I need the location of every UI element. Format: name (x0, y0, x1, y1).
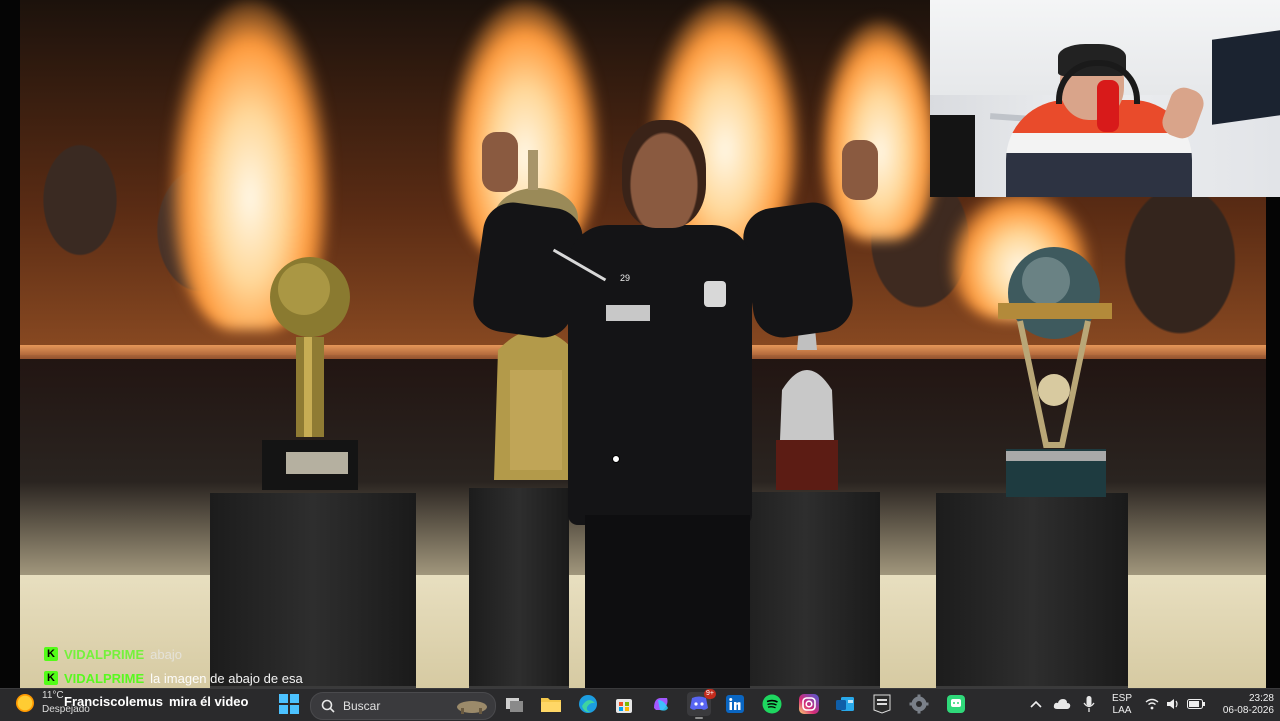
club-crest (704, 281, 726, 307)
microsoft-store-button[interactable] (612, 692, 636, 716)
chat-text: mira él video (169, 693, 249, 709)
file-explorer-icon (541, 698, 561, 712)
trophy-golden-ball (262, 257, 358, 490)
room-door (930, 115, 975, 197)
running-indicator (695, 717, 703, 719)
outlook-button[interactable] (833, 692, 857, 716)
pyro-flame (820, 20, 940, 240)
chat-message: K VIDALPRIME la imagen de abajo de esa (44, 669, 303, 687)
kick-badge-icon: K (44, 671, 58, 685)
trophy-sudamericana (998, 247, 1112, 497)
player-right-hand (842, 140, 878, 200)
pedestal (730, 492, 880, 688)
edge-button[interactable] (576, 692, 600, 716)
kick-badge-icon: K (44, 647, 58, 661)
cloud-icon (1053, 699, 1071, 709)
settings-button[interactable] (907, 692, 931, 716)
start-button[interactable] (277, 692, 301, 716)
discord-button[interactable]: 9+ (687, 689, 716, 719)
copilot-button[interactable] (649, 692, 673, 716)
outlook-icon (836, 697, 854, 711)
chat-message: K Franciscolemus mira él video (44, 692, 248, 710)
epic-games-button[interactable] (870, 692, 894, 716)
pedestal (210, 493, 416, 688)
chat-text: abajo (150, 646, 182, 662)
linkedin-button[interactable] (723, 692, 747, 716)
keyboard-layout: LAA (1112, 705, 1132, 716)
clock-time: 23:28 (1248, 693, 1274, 704)
chat-app-button[interactable] (944, 692, 968, 716)
show-hidden-icons-button[interactable] (1024, 692, 1048, 716)
sun-icon (16, 694, 34, 712)
chat-username[interactable]: Franciscolemus (64, 694, 163, 709)
copilot-icon (654, 698, 668, 711)
player-head (622, 120, 706, 228)
microphone-icon (1083, 696, 1095, 712)
instagram-button[interactable] (797, 692, 821, 716)
pedestal (469, 488, 569, 688)
file-explorer-button[interactable] (539, 692, 563, 716)
language-code: ESP (1111, 693, 1132, 704)
chevron-up-icon (1030, 700, 1042, 708)
task-view-button[interactable] (503, 692, 527, 716)
player-jacket: 29 (552, 225, 752, 525)
edge-icon (579, 695, 597, 713)
settings-icon (909, 694, 929, 714)
microphone (1097, 80, 1119, 132)
windows-start-icon (279, 694, 299, 714)
pedestal (936, 493, 1128, 688)
task-view-icon (506, 698, 523, 712)
input-language-indicator[interactable]: ESP LAA (1108, 693, 1136, 717)
webcam-overlay (930, 0, 1280, 197)
taskbar-search-box[interactable]: Buscar (310, 692, 496, 720)
volume-icon (1166, 699, 1178, 709)
network-volume-battery-button[interactable] (1142, 692, 1208, 716)
search-icon (321, 699, 335, 713)
chat-username[interactable]: VIDALPRIME (64, 671, 144, 686)
chat-app-icon (947, 695, 965, 713)
chat-username[interactable]: VIDALPRIME (64, 647, 144, 662)
spotify-icon (762, 694, 782, 714)
system-clock[interactable]: 23:28 06-08-2026 (1212, 693, 1274, 717)
battery-icon (1186, 699, 1205, 709)
microsoft-store-icon (616, 699, 632, 713)
mouse-cursor (612, 455, 620, 463)
linkedin-icon (726, 695, 744, 713)
discord-notification-badge: 9+ (704, 689, 716, 699)
search-placeholder: Buscar (343, 699, 381, 713)
spotify-button[interactable] (760, 692, 784, 716)
microphone-tray-button[interactable] (1077, 692, 1101, 716)
wifi-icon (1145, 698, 1159, 710)
chat-message: K VIDALPRIME abajo (44, 645, 182, 663)
clock-date: 06-08-2026 (1222, 705, 1274, 716)
onedrive-button[interactable] (1050, 692, 1074, 716)
player-left-hand (482, 132, 518, 192)
search-highlight-icon (457, 701, 487, 714)
player-pants (585, 515, 750, 688)
sponsor-logo (606, 305, 650, 321)
epic-games-icon (873, 694, 891, 714)
player-right-arm (739, 198, 857, 342)
shirt-number: 29 (620, 273, 631, 283)
chat-text: la imagen de abajo de esa (150, 670, 303, 686)
wall-tv (1212, 30, 1280, 125)
instagram-icon (799, 694, 819, 714)
